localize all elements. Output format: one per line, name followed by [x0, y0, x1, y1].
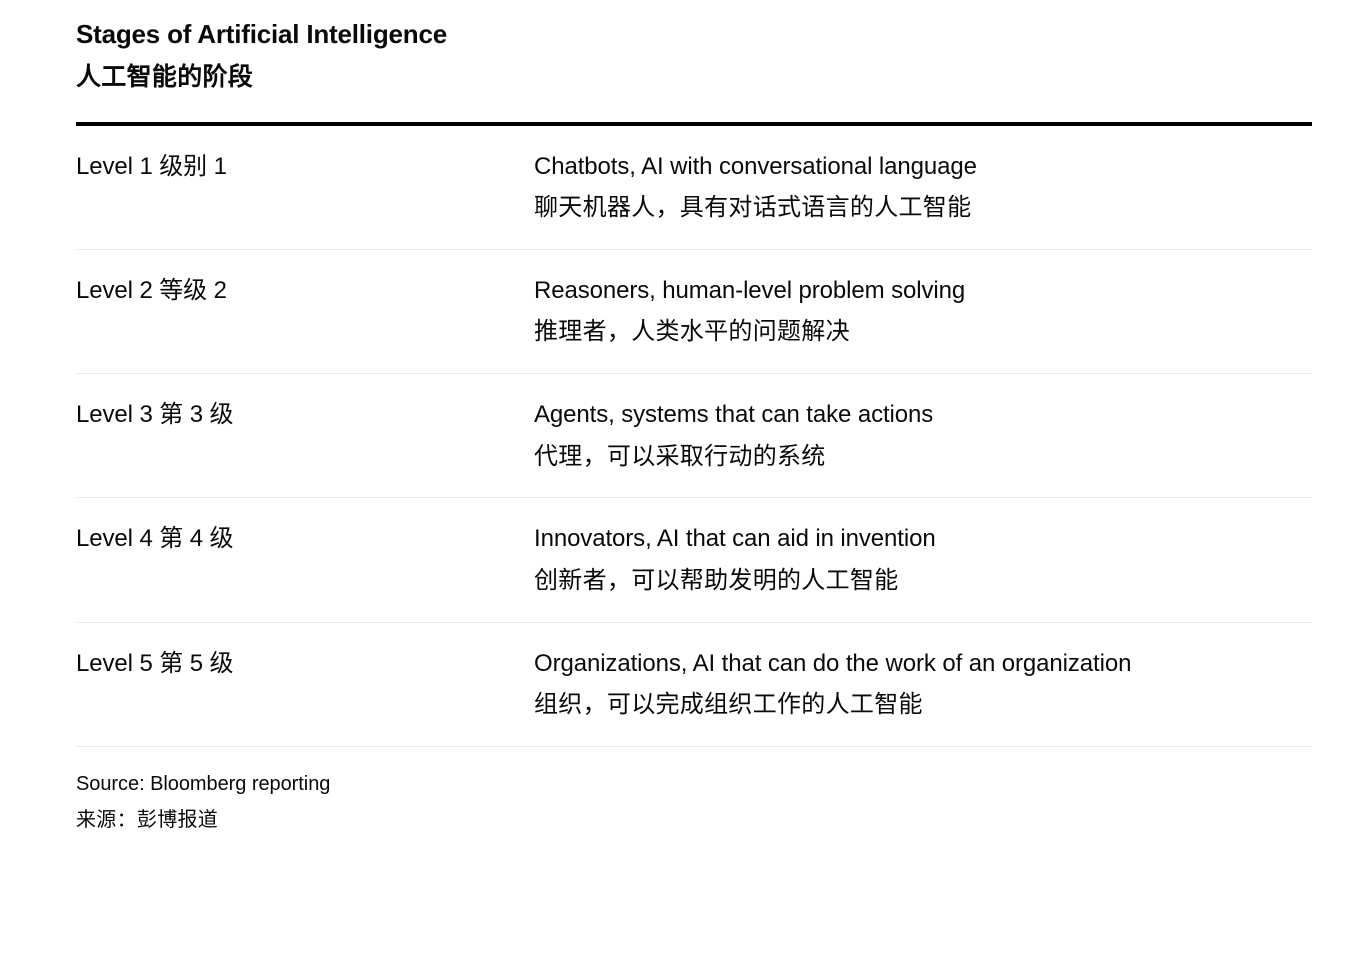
description-cell: Innovators, AI that can aid in invention… [534, 523, 1312, 597]
description-chinese: 聊天机器人，具有对话式语言的人工智能 [534, 194, 972, 222]
page-title-chinese: 人工智能的阶段 [76, 63, 254, 92]
level-label: Level 5 第 5 级 [76, 649, 234, 677]
description-chinese: 创新者，可以帮助发明的人工智能 [534, 566, 899, 594]
table-row: Level 2 等级 2 Reasoners, human-level prob… [76, 250, 1312, 375]
description-english: Organizations, AI that can do the work o… [534, 649, 1132, 677]
level-cell: Level 2 等级 2 [76, 275, 534, 307]
level-label: Level 4 第 4 级 [76, 525, 234, 553]
table-row: Level 5 第 5 级 Organizations, AI that can… [76, 623, 1312, 747]
level-label: Level 3 第 3 级 [76, 401, 234, 429]
description-english: Reasoners, human-level problem solving [534, 276, 966, 304]
description-chinese: 推理者，人类水平的问题解决 [534, 318, 850, 346]
source-footer: Source: Bloomberg reporting 来源：彭博报道 [76, 771, 1312, 835]
level-cell: Level 1 级别 1 [76, 151, 534, 183]
description-cell: Agents, systems that can take actions 代理… [534, 399, 1312, 473]
description-english: Agents, systems that can take actions [534, 401, 934, 429]
table-row: Level 1 级别 1 Chatbots, AI with conversat… [76, 126, 1312, 250]
level-cell: Level 5 第 5 级 [76, 648, 534, 680]
source-chinese: 来源：彭博报道 [76, 808, 219, 831]
description-cell: Reasoners, human-level problem solving 推… [534, 275, 1312, 349]
level-cell: Level 3 第 3 级 [76, 399, 534, 431]
table-row: Level 4 第 4 级 Innovators, AI that can ai… [76, 498, 1312, 623]
level-label: Level 2 等级 2 [76, 276, 227, 304]
description-english: Chatbots, AI with conversational languag… [534, 152, 977, 180]
source-english: Source: Bloomberg reporting [76, 772, 331, 795]
infographic-page: Stages of Artificial Intelligence 人工智能的阶… [0, 0, 1346, 966]
table-row: Level 3 第 3 级 Agents, systems that can t… [76, 374, 1312, 499]
description-chinese: 组织，可以完成组织工作的人工智能 [534, 691, 923, 719]
level-cell: Level 4 第 4 级 [76, 523, 534, 555]
page-title-english: Stages of Artificial Intelligence [76, 19, 447, 49]
level-label: Level 1 级别 1 [76, 152, 227, 180]
page-header: Stages of Artificial Intelligence 人工智能的阶… [0, 0, 1346, 96]
description-chinese: 代理，可以采取行动的系统 [534, 442, 826, 470]
stages-table: Level 1 级别 1 Chatbots, AI with conversat… [76, 126, 1312, 747]
description-english: Innovators, AI that can aid in invention [534, 525, 936, 553]
description-cell: Organizations, AI that can do the work o… [534, 648, 1312, 722]
description-cell: Chatbots, AI with conversational languag… [534, 151, 1312, 225]
